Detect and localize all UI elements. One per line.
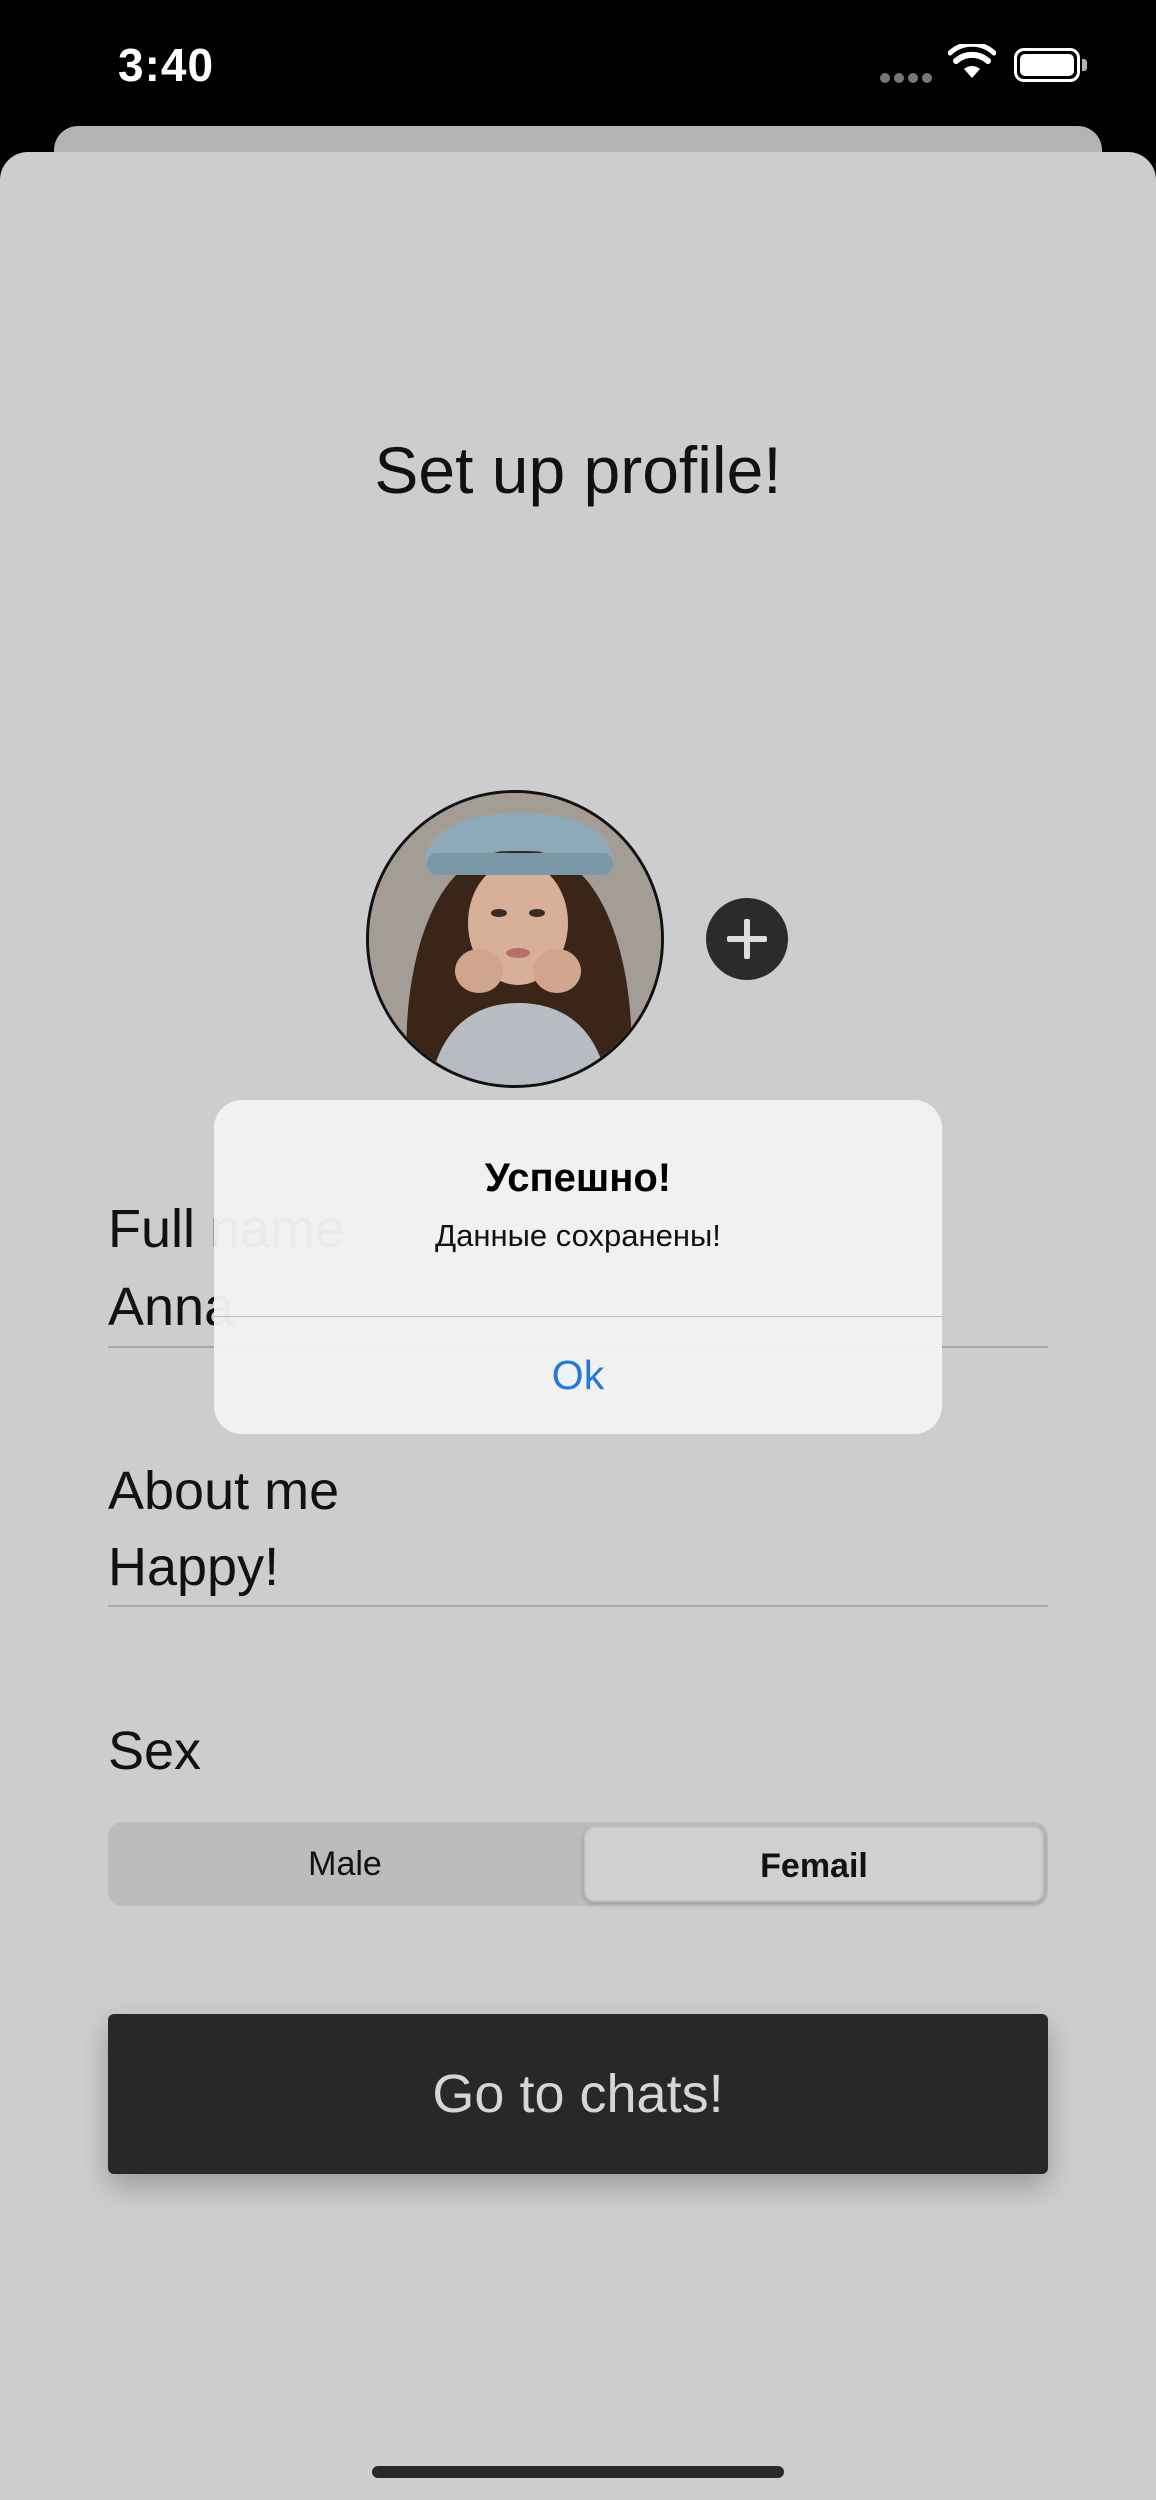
page-title: Set up profile! <box>374 433 782 507</box>
status-time: 3:40 <box>118 39 215 91</box>
sex-label: Sex <box>108 1721 202 1781</box>
cellular-signal-icon <box>880 70 936 83</box>
avatar[interactable] <box>366 790 664 1088</box>
alert-ok-button[interactable]: Ok <box>214 1317 942 1434</box>
about-me-underline <box>108 1605 1048 1607</box>
alert-title: Успешно! <box>484 1156 672 1200</box>
success-alert: Успешно! Данные сохранены! Ok <box>214 1100 942 1434</box>
home-indicator <box>372 2466 784 2478</box>
about-me-field[interactable]: Happy! <box>108 1536 279 1598</box>
go-to-chats-button[interactable]: Go to chats! <box>108 2014 1048 2174</box>
alert-message: Данные сохранены! <box>435 1218 721 1253</box>
about-me-label: About me <box>108 1461 340 1521</box>
battery-icon <box>1014 48 1087 82</box>
sex-option-male[interactable]: Male <box>112 1826 578 1902</box>
sex-option-female[interactable]: Femail <box>584 1826 1044 1902</box>
wifi-icon <box>947 41 997 80</box>
sex-segmented-control: Male Femail <box>108 1822 1048 1906</box>
status-bar: 3:40 <box>0 0 1156 130</box>
add-photo-button[interactable] <box>706 898 788 980</box>
